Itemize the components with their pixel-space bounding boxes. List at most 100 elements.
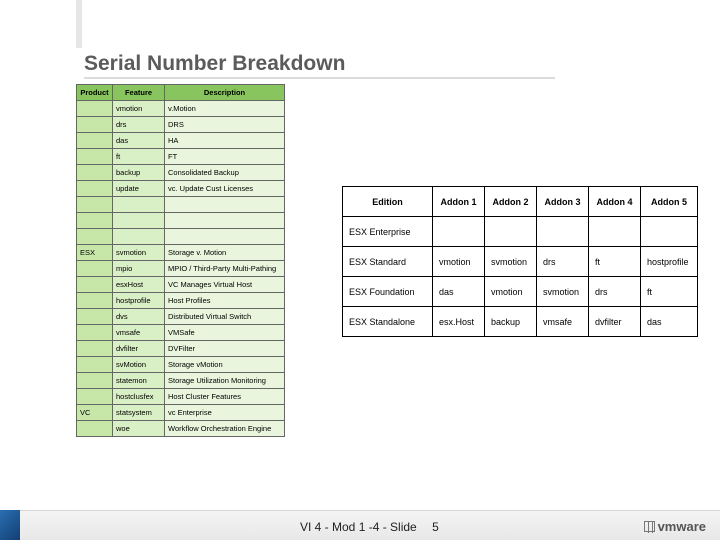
feature-row: backupConsolidated Backup <box>77 165 285 181</box>
cell-description: Host Profiles <box>165 293 285 309</box>
feature-row: VCstatsystemvc Enterprise <box>77 405 285 421</box>
cell-description: Storage Utilization Monitoring <box>165 373 285 389</box>
cell-feature: woe <box>113 421 165 437</box>
cell-addon5: hostprofile <box>641 247 698 277</box>
cell-product <box>77 261 113 277</box>
logo-text: vmware <box>658 519 706 534</box>
cell-description: vc. Update Cust Licenses <box>165 181 285 197</box>
cell-feature: das <box>113 133 165 149</box>
feature-row: vmotionv.Motion <box>77 101 285 117</box>
cell-description: Distributed Virtual Switch <box>165 309 285 325</box>
cell-description: HA <box>165 133 285 149</box>
cell-feature: statsystem <box>113 405 165 421</box>
cell-edition: ESX Standard <box>343 247 433 277</box>
feature-row <box>77 213 285 229</box>
cell-addon1: vmotion <box>433 247 485 277</box>
cell-product <box>77 325 113 341</box>
header-edition: Edition <box>343 187 433 217</box>
edition-addon-table: Edition Addon 1 Addon 2 Addon 3 Addon 4 … <box>342 186 698 337</box>
cell-description: v.Motion <box>165 101 285 117</box>
feature-row: svMotionStorage vMotion <box>77 357 285 373</box>
feature-row <box>77 229 285 245</box>
slide-label: VI 4 - Mod 1 -4 - Slide <box>300 520 417 534</box>
feature-row: statemonStorage Utilization Monitoring <box>77 373 285 389</box>
cell-feature: backup <box>113 165 165 181</box>
cell-product <box>77 309 113 325</box>
cell-product <box>77 165 113 181</box>
cell-addon2: backup <box>485 307 537 337</box>
edition-row: ESX Standardvmotionsvmotiondrsfthostprof… <box>343 247 698 277</box>
feature-row: woeWorkflow Orchestration Engine <box>77 421 285 437</box>
header-bar <box>0 0 720 48</box>
edition-table-header-row: Edition Addon 1 Addon 2 Addon 3 Addon 4 … <box>343 187 698 217</box>
cell-product <box>77 117 113 133</box>
cell-feature: svMotion <box>113 357 165 373</box>
page-title: Serial Number Breakdown <box>84 52 555 79</box>
cell-feature: dvs <box>113 309 165 325</box>
cell-description: Host Cluster Features <box>165 389 285 405</box>
cell-feature <box>113 197 165 213</box>
cell-product <box>77 197 113 213</box>
cell-addon2: svmotion <box>485 247 537 277</box>
cell-addon1: das <box>433 277 485 307</box>
cell-product <box>77 357 113 373</box>
cell-feature: drs <box>113 117 165 133</box>
cell-edition: ESX Standalone <box>343 307 433 337</box>
cell-addon3: svmotion <box>537 277 589 307</box>
cell-description: vc Enterprise <box>165 405 285 421</box>
cell-edition: ESX Enterprise <box>343 217 433 247</box>
cell-addon2: vmotion <box>485 277 537 307</box>
header-accent <box>76 0 82 48</box>
cell-addon5: ft <box>641 277 698 307</box>
footer: VI 4 - Mod 1 -4 - Slide 5 vmware <box>0 510 720 540</box>
cell-addon1: esx.Host <box>433 307 485 337</box>
header-feature: Feature <box>113 85 165 101</box>
feature-row: drsDRS <box>77 117 285 133</box>
header-addon3: Addon 3 <box>537 187 589 217</box>
feature-row: updatevc. Update Cust Licenses <box>77 181 285 197</box>
page-title-text: Serial Number Breakdown <box>84 52 345 75</box>
feature-row: dvfilterDVFilter <box>77 341 285 357</box>
cell-addon2 <box>485 217 537 247</box>
cell-product: ESX <box>77 245 113 261</box>
cell-addon3: drs <box>537 247 589 277</box>
cell-feature <box>113 213 165 229</box>
cell-addon5: das <box>641 307 698 337</box>
cell-description <box>165 229 285 245</box>
cell-addon4: ft <box>589 247 641 277</box>
cell-description: MPIO / Third-Party Multi-Pathing <box>165 261 285 277</box>
cell-feature: ft <box>113 149 165 165</box>
cell-edition: ESX Foundation <box>343 277 433 307</box>
feature-row: ftFT <box>77 149 285 165</box>
cell-addon4 <box>589 217 641 247</box>
cell-description: Consolidated Backup <box>165 165 285 181</box>
header-addon1: Addon 1 <box>433 187 485 217</box>
cell-product <box>77 133 113 149</box>
feature-row: dvsDistributed Virtual Switch <box>77 309 285 325</box>
header-product: Product <box>77 85 113 101</box>
feature-row: mpioMPIO / Third-Party Multi-Pathing <box>77 261 285 277</box>
feature-row: hostclusfexHost Cluster Features <box>77 389 285 405</box>
cell-product <box>77 229 113 245</box>
cell-product <box>77 149 113 165</box>
cell-feature: svmotion <box>113 245 165 261</box>
cell-addon5 <box>641 217 698 247</box>
cell-feature: esxHost <box>113 277 165 293</box>
edition-row: ESX Foundationdasvmotionsvmotiondrsft <box>343 277 698 307</box>
cell-description: Storage vMotion <box>165 357 285 373</box>
cell-product <box>77 181 113 197</box>
feature-row: dasHA <box>77 133 285 149</box>
cell-product: VC <box>77 405 113 421</box>
header-addon5: Addon 5 <box>641 187 698 217</box>
cell-description <box>165 197 285 213</box>
cell-description: FT <box>165 149 285 165</box>
cell-addon3: vmsafe <box>537 307 589 337</box>
cell-product <box>77 389 113 405</box>
feature-breakdown-table: Product Feature Description vmotionv.Mot… <box>76 84 285 437</box>
cell-feature: hostprofile <box>113 293 165 309</box>
cell-feature: mpio <box>113 261 165 277</box>
cell-description: DVFilter <box>165 341 285 357</box>
cell-addon1 <box>433 217 485 247</box>
cell-product <box>77 293 113 309</box>
cell-product <box>77 373 113 389</box>
